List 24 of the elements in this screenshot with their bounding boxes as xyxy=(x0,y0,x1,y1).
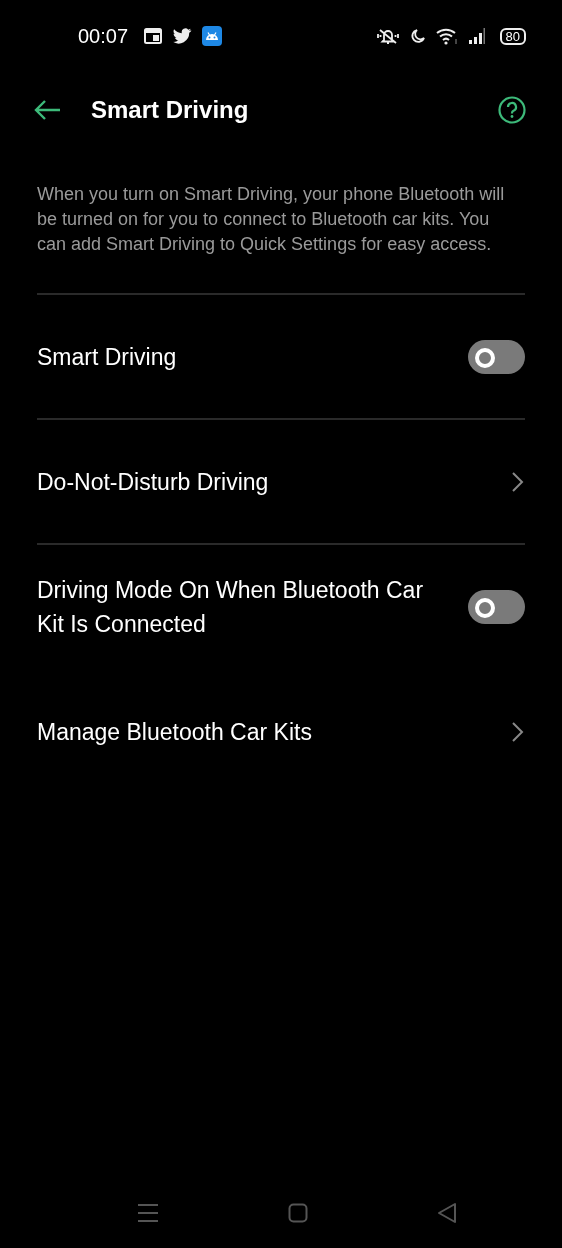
toggle-switch[interactable] xyxy=(468,589,525,624)
setting-label: Driving Mode On When Bluetooth Car Kit Is Connected xyxy=(37,575,425,639)
bird-icon xyxy=(172,27,193,45)
toggle-switch[interactable] xyxy=(468,339,525,374)
wifi-icon xyxy=(435,27,458,45)
home-icon[interactable] xyxy=(288,1203,308,1223)
android-app-icon xyxy=(202,26,223,46)
chevron-right-icon xyxy=(511,720,525,743)
chevron-right-icon xyxy=(511,470,525,493)
muted-bell-icon xyxy=(375,27,400,45)
back-button[interactable] xyxy=(34,100,62,120)
help-button[interactable] xyxy=(498,96,526,124)
back-icon[interactable] xyxy=(437,1202,457,1224)
calendar-icon xyxy=(144,28,163,44)
moon-icon xyxy=(409,28,426,44)
menu-icon[interactable] xyxy=(137,1203,159,1223)
page-title: Smart Driving xyxy=(91,96,249,124)
setting-label: Do-Not-Disturb Driving xyxy=(37,467,269,497)
status-time: 00:07 xyxy=(78,24,129,48)
setting-label: Manage Bluetooth Car Kits xyxy=(37,717,312,747)
signal-icon xyxy=(467,27,486,45)
setting-label: Smart Driving xyxy=(37,342,177,372)
description-text: When you turn on Smart Driving, your phone Bluetooth will be turned on for you to connect to Bluetooth car kits. You can add Smart Driving to Quick Settings for easy access. xyxy=(37,183,506,256)
battery-level: 80 xyxy=(499,27,526,45)
